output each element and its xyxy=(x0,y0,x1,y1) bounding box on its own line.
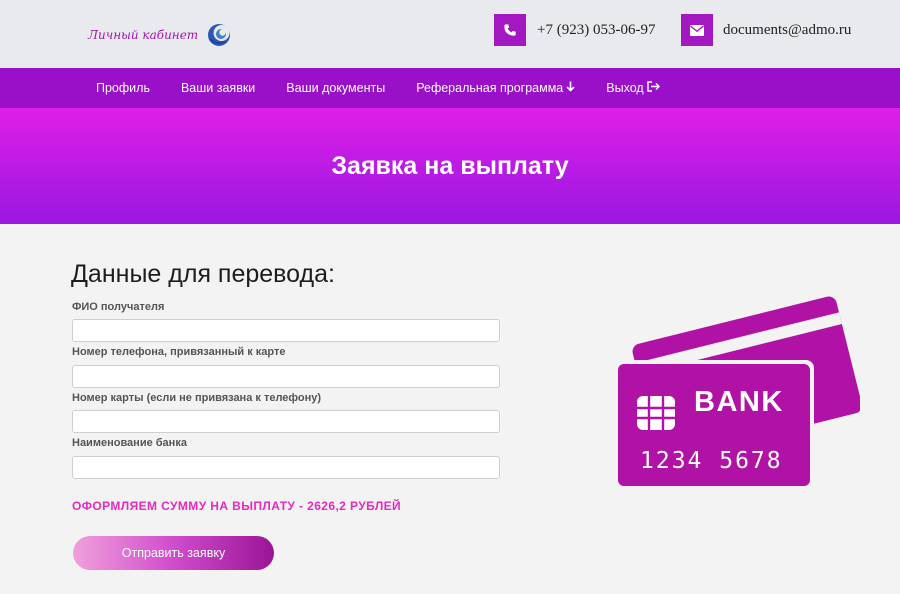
bank-name-label: Наименование банка xyxy=(72,437,187,449)
nav-item-requests[interactable]: Ваши заявки xyxy=(181,81,255,95)
top-header: Личный кабинет +7 (923) 053-06-97 docume… xyxy=(0,0,900,68)
card-phone-label: Номер телефона, привязанный к карте xyxy=(72,346,286,358)
card-number-text: 1234 5678 xyxy=(640,448,783,474)
nav-item-logout[interactable]: Выход xyxy=(606,81,660,95)
hero-banner: Заявка на выплату xyxy=(0,108,900,224)
main-nav: Профиль Ваши заявки Ваши документы Рефер… xyxy=(0,68,900,108)
sign-out-icon xyxy=(646,81,660,95)
nav-item-documents[interactable]: Ваши документы xyxy=(286,81,385,95)
nav-item-label: Выход xyxy=(606,81,644,95)
card-number-input[interactable] xyxy=(72,410,500,433)
card-phone-input[interactable] xyxy=(72,365,500,388)
email-contact[interactable]: documents@admo.ru xyxy=(681,14,851,46)
logo-swirl-icon xyxy=(208,24,231,46)
nav-item-label: Ваши документы xyxy=(286,81,386,95)
phone-number[interactable]: +7 (923) 053-06-97 xyxy=(537,22,655,39)
payout-sum-text: ОФОРМЛЯЕМ СУММУ НА ВЫПЛАТУ - 2626,2 РУБЛ… xyxy=(72,499,402,513)
submit-request-button[interactable]: Отправить заявку xyxy=(73,536,274,570)
bank-card-illustration: BANK 1234 5678 xyxy=(614,296,860,488)
page-title: Заявка на выплату xyxy=(331,151,569,180)
card-bank-text: BANK xyxy=(694,386,784,418)
phone-contact[interactable]: +7 (923) 053-06-97 xyxy=(494,14,655,46)
nav-item-label: Профиль xyxy=(96,81,150,95)
logo-text: Личный кабинет xyxy=(88,28,199,42)
form-title: Данные для перевода: xyxy=(71,260,335,288)
bank-name-input[interactable] xyxy=(72,456,500,479)
recipient-name-input[interactable] xyxy=(72,319,500,342)
envelope-icon xyxy=(681,14,713,46)
card-number-label: Номер карты (если не привязана к телефон… xyxy=(72,392,322,404)
nav-item-label: Ваши заявки xyxy=(180,81,256,95)
logo[interactable]: Личный кабинет xyxy=(88,22,232,48)
nav-item-referral[interactable]: Реферальная программа xyxy=(416,81,575,95)
recipient-name-label: ФИО получателя xyxy=(72,301,165,313)
nav-item-profile[interactable]: Профиль xyxy=(96,81,150,95)
email-address[interactable]: documents@admo.ru xyxy=(723,22,851,39)
nav-item-label: Реферальная программа xyxy=(416,81,564,95)
chip-icon xyxy=(637,396,675,430)
phone-icon xyxy=(494,14,526,46)
arrow-down-icon xyxy=(566,81,575,95)
